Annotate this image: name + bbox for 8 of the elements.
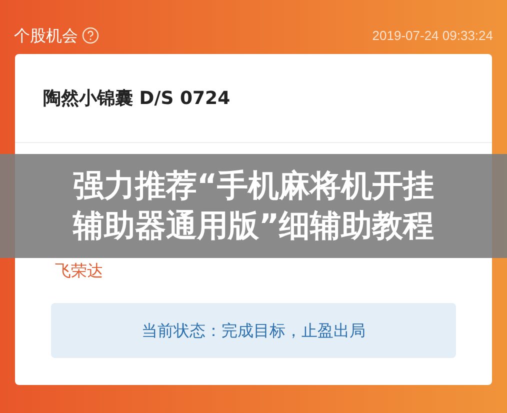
stock-name: 飞荣达	[55, 260, 103, 282]
status-text: 当前状态：完成目标，止盈出局	[142, 320, 366, 342]
help-icon[interactable]	[82, 27, 99, 44]
headline-text: 强力推荐“手机麻将机开挂	[72, 167, 434, 206]
headline-text: 辅助器通用版”细辅助教程	[72, 207, 434, 246]
page-title: 个股机会	[14, 24, 78, 46]
card-title: 陶然小锦囊 D/S 0724	[43, 86, 230, 110]
timestamp: 2019-07-24 09:33:24	[372, 26, 493, 45]
